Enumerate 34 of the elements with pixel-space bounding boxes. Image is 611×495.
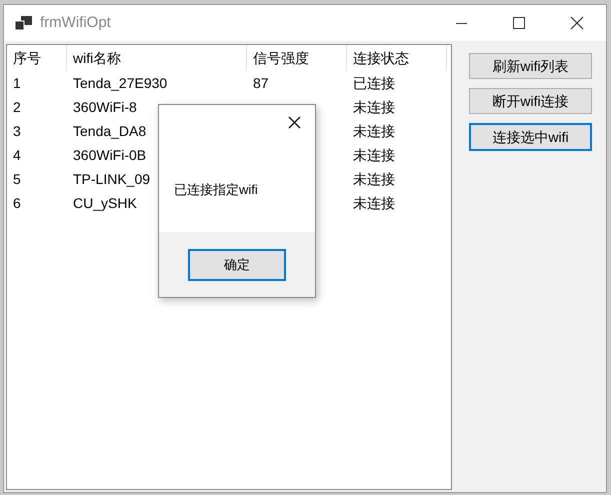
table-cell: 已连接	[353, 74, 395, 90]
table-cell: 未连接	[353, 98, 395, 114]
maximize-icon[interactable]	[513, 17, 525, 29]
table-cell: 2	[13, 98, 21, 114]
table-cell: CU_ySHK	[73, 194, 137, 210]
table-cell: 360WiFi-0B	[73, 146, 146, 162]
window-title: frmWifiOpt	[40, 12, 111, 33]
table-cell: 未连接	[353, 170, 395, 186]
action-button[interactable]: 刷新wifi列表	[469, 53, 592, 79]
close-icon[interactable]	[288, 116, 301, 129]
table-cell: 1	[13, 74, 21, 90]
dialog-message: 已连接指定wifi	[174, 181, 258, 199]
action-button[interactable]: 断开wifi连接	[469, 88, 592, 114]
table-cell: 87	[253, 74, 269, 90]
table-cell: Tenda_27E930	[73, 74, 168, 90]
column-header[interactable]: 连接状态	[353, 48, 409, 68]
column-header[interactable]: wifi名称	[73, 48, 122, 68]
table-cell: Tenda_DA8	[73, 122, 146, 138]
ok-button[interactable]: 确定	[188, 248, 286, 280]
app-icon	[15, 16, 32, 30]
close-icon[interactable]	[570, 16, 584, 30]
table-cell: 4	[13, 146, 21, 162]
table-cell: 6	[13, 194, 21, 210]
table-cell: 5	[13, 170, 21, 186]
table-cell: 未连接	[353, 122, 395, 138]
table-cell: 360WiFi-8	[73, 98, 137, 114]
minimize-icon[interactable]	[456, 22, 466, 24]
column-header[interactable]: 信号强度	[253, 48, 309, 68]
table-cell: TP-LINK_09	[73, 170, 150, 186]
table-cell: 未连接	[353, 146, 395, 162]
table-cell: 3	[13, 122, 21, 138]
action-button[interactable]: 连接选中wifi	[469, 123, 592, 151]
table-cell: 未连接	[353, 194, 395, 210]
column-header[interactable]: 序号	[13, 48, 41, 68]
